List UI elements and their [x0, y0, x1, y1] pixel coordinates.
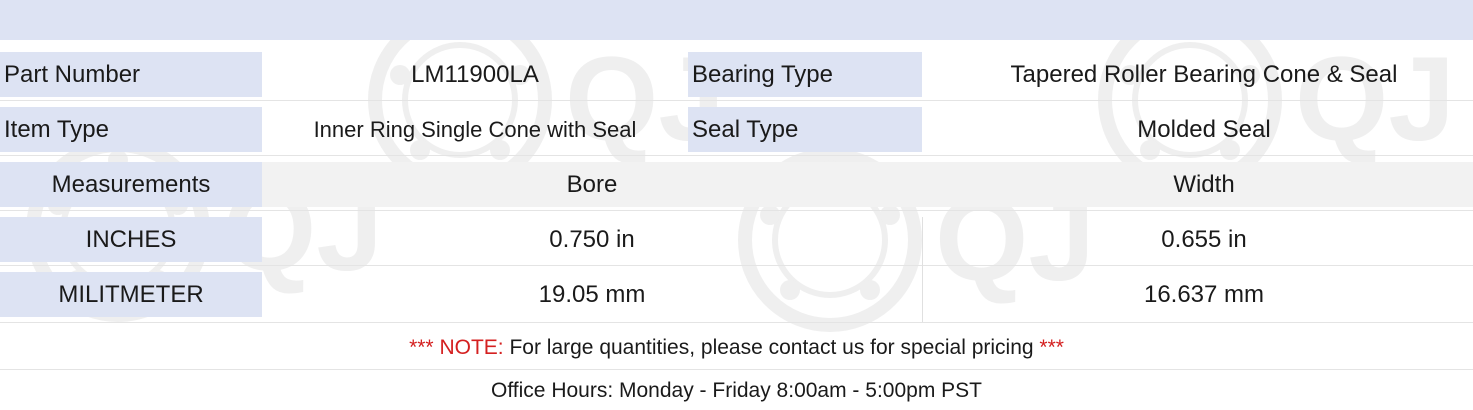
row-divider: [0, 369, 1473, 370]
part-number-label: Part Number: [0, 52, 262, 97]
note-label: NOTE:: [439, 336, 504, 359]
metric-label: MILITMETER: [0, 272, 262, 317]
metric-width-value: 16.637 mm: [1143, 280, 1265, 308]
pricing-note: *** NOTE: For large quantities, please c…: [0, 328, 1473, 368]
note-stars-left: ***: [409, 336, 434, 359]
office-hours: Office Hours: Monday - Friday 8:00am - 5…: [491, 379, 982, 402]
part-number-value: LM11900LA: [411, 60, 539, 88]
measurements-label: Measurements: [0, 162, 262, 207]
inches-bore-value: 0.750 in: [549, 225, 635, 253]
spec-row-part-number: Part Number LM11900LA Bearing Type Taper…: [0, 52, 1473, 97]
measurement-row-inches: INCHES 0.750 in 0.655 in: [0, 217, 1473, 262]
column-divider: [922, 217, 923, 322]
header-band: [0, 0, 1473, 40]
seal-type-value: Molded Seal: [1137, 115, 1271, 143]
bearing-type-value: Tapered Roller Bearing Cone & Seal: [1010, 60, 1398, 88]
metric-bore-value: 19.05 mm: [538, 280, 646, 308]
row-divider: [0, 322, 1473, 323]
note-text: For large quantities, please contact us …: [509, 336, 1034, 359]
inches-width-value: 0.655 in: [1161, 225, 1247, 253]
item-type-value: Inner Ring Single Cone with Seal: [313, 116, 637, 142]
row-divider: [0, 265, 1473, 266]
width-header: Width: [922, 162, 1473, 207]
row-divider: [0, 100, 1473, 101]
row-divider: [0, 155, 1473, 156]
row-divider: [0, 210, 1473, 211]
note-stars-right: ***: [1039, 336, 1064, 359]
bearing-type-label: Bearing Type: [688, 52, 922, 97]
measurement-row-metric: MILITMETER 19.05 mm 16.637 mm: [0, 272, 1473, 317]
bore-header: Bore: [262, 162, 922, 207]
seal-type-label: Seal Type: [688, 107, 922, 152]
inches-label: INCHES: [0, 217, 262, 262]
measurements-header-row: Measurements Bore Width: [0, 162, 1473, 207]
spec-row-item-type: Item Type Inner Ring Single Cone with Se…: [0, 107, 1473, 152]
item-type-label: Item Type: [0, 107, 262, 152]
